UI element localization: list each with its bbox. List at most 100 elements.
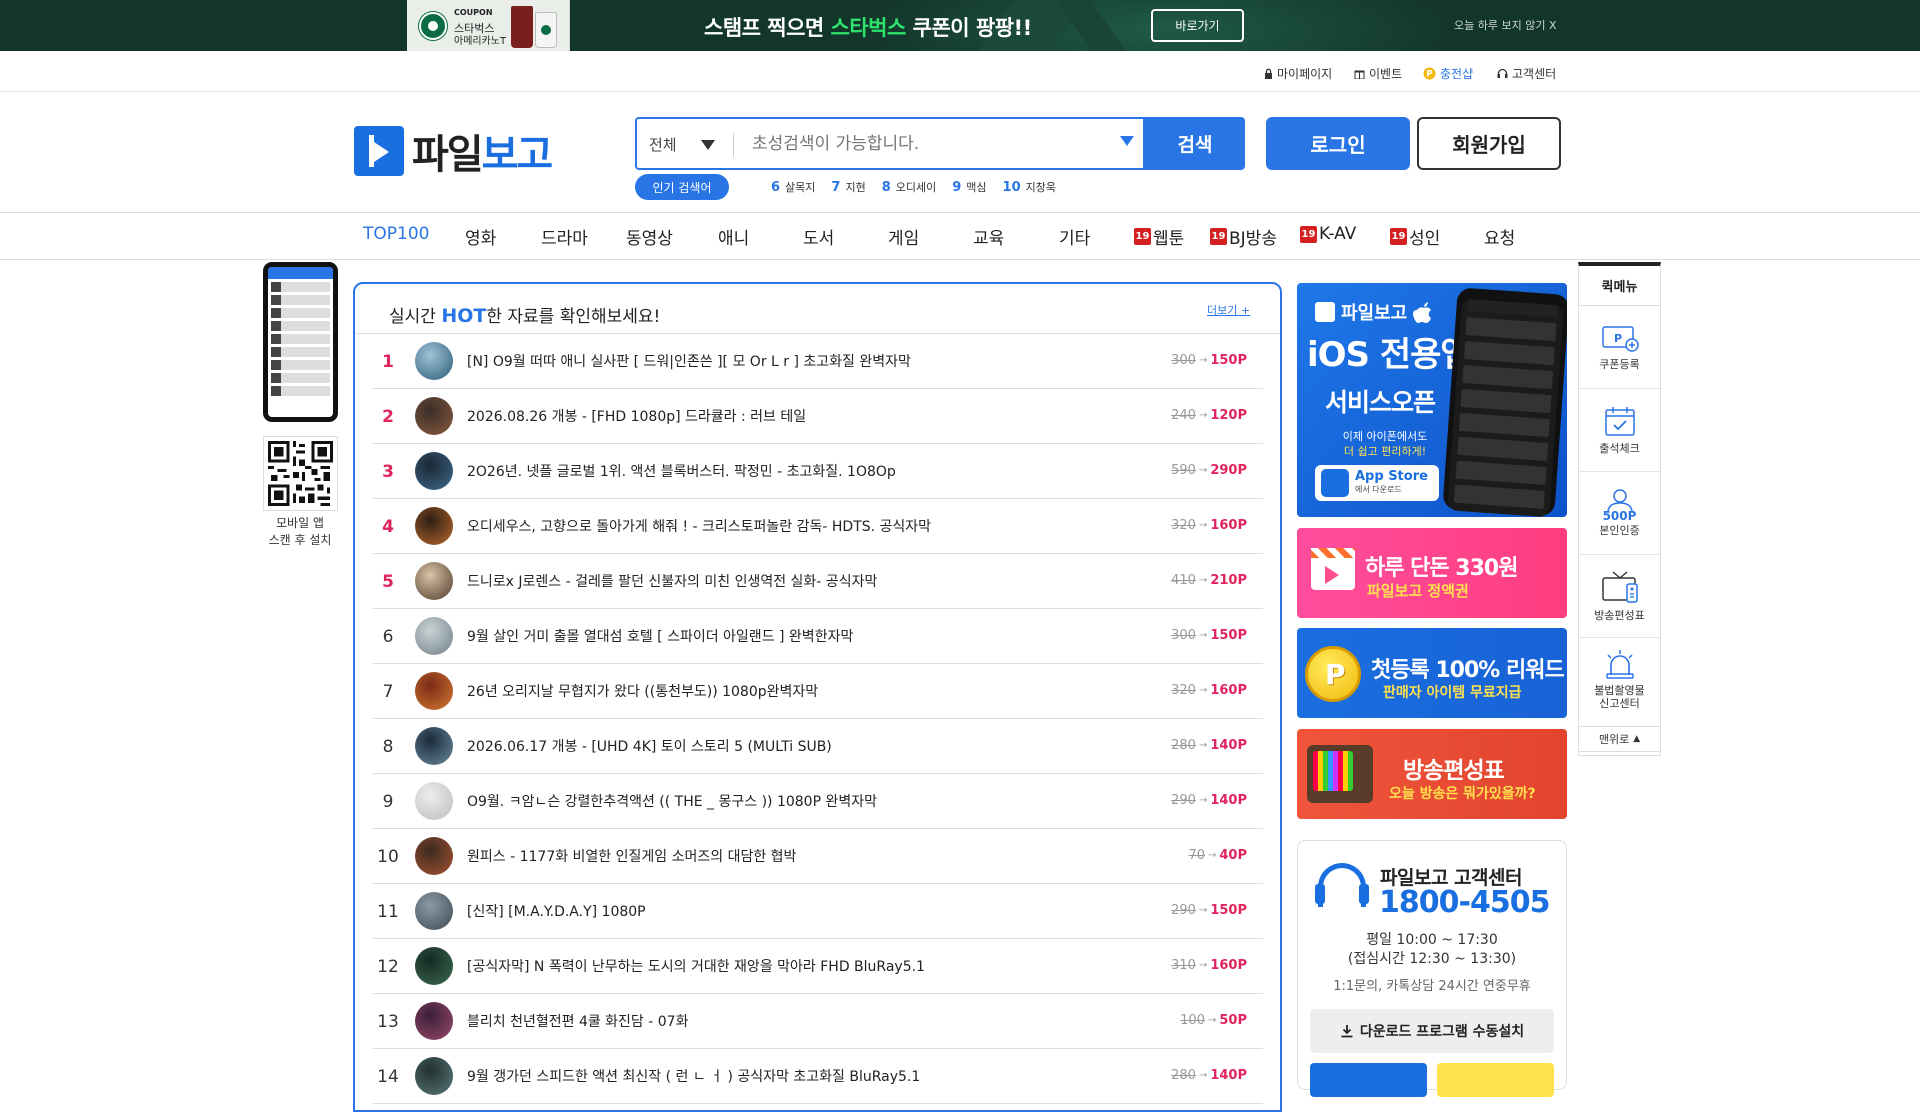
site-logo[interactable]: 파일보고 xyxy=(354,122,554,180)
hot-list-row[interactable]: 6 9월 살인 거미 출몰 열대섬 호텔 [ 스파이더 아일랜드 ] 완벽한자막 3… xyxy=(373,609,1263,664)
banner-go-button[interactable]: 바로가기 xyxy=(1151,9,1244,42)
hot-list-row[interactable]: 4 오디세우스, 고향으로 돌아가게 해줘 ! - 크리스토퍼놀란 감독- HDT… xyxy=(373,499,1263,554)
quick-verify[interactable]: 500P 본인인증 xyxy=(1579,472,1660,555)
nav-kav-label: K-AV xyxy=(1319,224,1357,244)
hot-list-row[interactable]: 13 블리치 천년혈전편 4쿨 화진담 - 07화 100 → 50P xyxy=(373,994,1263,1049)
nav-top100[interactable]: TOP100 xyxy=(363,224,429,244)
hot-title-link[interactable]: 9월 살인 거미 출몰 열대섬 호텔 [ 스파이더 아일랜드 ] 완벽한자막 xyxy=(467,626,853,646)
search-category-select[interactable]: 전체 xyxy=(649,134,677,155)
hot-thumbnail[interactable] xyxy=(415,727,453,765)
hot-title-link[interactable]: O9월. ㅋ암ㄴ슨 강렬한추격액션 (( THE _ 몽구스 )) 1080P … xyxy=(467,791,877,811)
hot-title-link[interactable]: [신작] [M.A.Y.D.A.Y] 1080P xyxy=(467,901,646,921)
hot-list-row[interactable]: 3 2O26년. 넷플 글로벌 1위. 액션 블록버스터. 팍정민 - 초고화질.… xyxy=(373,444,1263,499)
quick-coupon[interactable]: P 쿠폰등록 xyxy=(1579,306,1660,389)
nav-games[interactable]: 게임 xyxy=(888,224,919,249)
charge-link[interactable]: P 충전샵 xyxy=(1423,65,1473,82)
popular-text: 맥심 xyxy=(966,181,987,194)
hot-thumbnail[interactable] xyxy=(415,342,453,380)
popular-keyword[interactable]: 6 살목지 xyxy=(771,179,815,195)
cs-button-row xyxy=(1310,1063,1554,1097)
hot-list-row[interactable]: 11 [신작] [M.A.Y.D.A.Y] 1080P 290 → 150P xyxy=(373,884,1263,939)
quick-attendance[interactable]: 출석체크 xyxy=(1579,389,1660,472)
nav-bj[interactable]: 19 BJ방송 xyxy=(1210,224,1277,249)
hot-list-row[interactable]: 12 [공식자막] N 폭력이 난무하는 도시의 거대한 재앙을 막아라 FHD … xyxy=(373,939,1263,994)
mypage-link[interactable]: 마이페이지 xyxy=(1264,65,1332,82)
nav-request[interactable]: 요청 xyxy=(1484,224,1515,249)
hot-thumbnail[interactable] xyxy=(415,1002,453,1040)
hot-thumbnail[interactable] xyxy=(415,507,453,545)
join-button[interactable]: 회원가입 xyxy=(1417,117,1561,170)
hot-title-link[interactable]: 오디세우스, 고향으로 돌아가게 해줘 ! - 크리스토퍼놀란 감독- HDTS… xyxy=(467,516,931,536)
hot-title-link[interactable]: 블리치 천년혈전편 4쿨 화진담 - 07화 xyxy=(467,1011,688,1031)
hot-title-link[interactable]: 26년 오리지날 무협지가 왔다 ((통천부도)) 1080p완벽자막 xyxy=(467,681,818,701)
hot-thumbnail[interactable] xyxy=(415,397,453,435)
hot-thumbnail[interactable] xyxy=(415,837,453,875)
nav-movie[interactable]: 영화 xyxy=(465,224,496,249)
hot-thumbnail[interactable] xyxy=(415,452,453,490)
hot-title-link[interactable]: [N] O9월 떠따 애니 실사판 [ 드워|인존쓴 ][ 모 Or L r ]… xyxy=(467,351,911,371)
popular-keyword[interactable]: 9 맥심 xyxy=(952,179,986,195)
search-input[interactable] xyxy=(752,129,1092,159)
tv-schedule-banner[interactable]: 방송편성표 오늘 방송은 뭐가있을까? xyxy=(1297,729,1567,819)
app-store-button[interactable]: App Store 에서 다운로드 xyxy=(1315,465,1439,501)
event-link[interactable]: 이벤트 xyxy=(1354,65,1402,82)
hot-title-link[interactable]: 9월 갱가던 스피드한 액션 최신작 ( 런 ㄴ ㅓ ) 공식자막 초고화질 B… xyxy=(467,1066,920,1086)
nav-kav[interactable]: 19 K-AV xyxy=(1300,224,1356,244)
hot-list-row[interactable]: 1 [N] O9월 떠따 애니 실사판 [ 드워|인존쓴 ][ 모 Or L r … xyxy=(373,334,1263,389)
support-link[interactable]: 고객센터 xyxy=(1497,65,1556,82)
nav-drama[interactable]: 드라마 xyxy=(541,224,588,249)
inquiry-button[interactable] xyxy=(1310,1063,1427,1097)
nav-video[interactable]: 동영상 xyxy=(626,224,673,249)
download-program-button[interactable]: 다운로드 프로그램 수동설치 xyxy=(1310,1009,1554,1053)
scroll-top-button[interactable]: 맨위로 ▲ xyxy=(1578,726,1661,752)
nav-etc[interactable]: 기타 xyxy=(1059,224,1090,249)
hot-thumbnail[interactable] xyxy=(415,782,453,820)
quick-tv-schedule[interactable]: 방송편성표 xyxy=(1579,555,1660,638)
hot-list-row[interactable]: 14 9월 갱가던 스피드한 액션 최신작 ( 런 ㄴ ㅓ ) 공식자막 초고화질… xyxy=(373,1049,1263,1104)
mobile-app-preview[interactable] xyxy=(263,262,338,422)
hot-list-row[interactable]: 9 O9월. ㅋ암ㄴ슨 강렬한추격액션 (( THE _ 몽구스 )) 1080P… xyxy=(373,774,1263,829)
hot-list-row[interactable]: 5 드니로x J로렌스 - 걸레를 팔던 신불자의 미친 인생역전 실화- 공식자… xyxy=(373,554,1263,609)
promo-banner[interactable]: COUPON 스타벅스 아메리카노T 스탬프 찍으면 스타벅스 쿠폰이 팡팡!!… xyxy=(0,0,1920,51)
ios-banner-desc1: 이제 아이폰에서도 xyxy=(1342,430,1428,443)
banner-close-link[interactable]: 오늘 하루 보지 않기 X xyxy=(1454,17,1556,33)
reward-banner[interactable]: 첫등록 100% 리워드 판매자 아이템 무료지급 xyxy=(1297,628,1567,718)
login-button[interactable]: 로그인 xyxy=(1266,117,1410,170)
hot-title-link[interactable]: [공식자막] N 폭력이 난무하는 도시의 거대한 재앙을 막아라 FHD Bl… xyxy=(467,956,925,976)
hot-list-row[interactable]: 8 2026.06.17 개봉 - [UHD 4K] 토이 스토리 5 (MULT… xyxy=(373,719,1263,774)
popular-keyword[interactable]: 7 지현 xyxy=(831,179,865,195)
popular-keyword[interactable]: 10 지창욱 xyxy=(1003,179,1056,195)
hot-title-link[interactable]: 원피스 - 1177화 비열한 인질게임 소머즈의 대담한 협박 xyxy=(467,846,796,866)
caret-down-icon[interactable] xyxy=(701,140,715,150)
hot-thumbnail[interactable] xyxy=(415,617,453,655)
pass-banner[interactable]: 하루 단돈 330원 파일보고 정액권 xyxy=(1297,528,1567,618)
hot-thumbnail[interactable] xyxy=(415,947,453,985)
ios-app-banner[interactable]: 파일보고 iOS 전용앱 서비스오픈 이제 아이폰에서도 더 쉽고 편리하게! … xyxy=(1297,283,1567,517)
nav-adult[interactable]: 19 성인 xyxy=(1390,224,1440,249)
hot-more-link[interactable]: 더보기 + xyxy=(1207,302,1250,318)
hot-thumbnail[interactable] xyxy=(415,672,453,710)
popular-keyword[interactable]: 8 오디세이 xyxy=(882,179,937,195)
hot-list-row[interactable]: 10 원피스 - 1177화 비열한 인질게임 소머즈의 대담한 협박 70 → 40P xyxy=(373,829,1263,884)
nav-education[interactable]: 교육 xyxy=(973,224,1004,249)
play-logo-icon xyxy=(354,126,404,176)
quick-report[interactable]: 불법촬영물 신고센터 xyxy=(1579,638,1660,721)
hot-thumbnail[interactable] xyxy=(415,1057,453,1095)
kakao-button[interactable] xyxy=(1437,1063,1554,1097)
popular-search-tag[interactable]: 인기 검색어 xyxy=(635,174,729,200)
hot-title-link[interactable]: 2026.08.26 개봉 - [FHD 1080p] 드라큘라 : 러브 테일 xyxy=(467,406,806,426)
nav-anime[interactable]: 애니 xyxy=(718,224,749,249)
hot-title-link[interactable]: 2026.06.17 개봉 - [UHD 4K] 토이 스토리 5 (MULTi… xyxy=(467,736,832,756)
hot-list-row[interactable]: 7 26년 오리지날 무협지가 왔다 ((통천부도)) 1080p완벽자막 320 →… xyxy=(373,664,1263,719)
logo-text-b: 보고 xyxy=(481,132,554,178)
nav-books[interactable]: 도서 xyxy=(803,224,834,249)
hot-list-row[interactable]: 2 2026.08.26 개봉 - [FHD 1080p] 드라큘라 : 러브 테… xyxy=(373,389,1263,444)
hot-thumbnail[interactable] xyxy=(415,562,453,600)
search-button[interactable]: 검색 xyxy=(1145,117,1245,170)
search-dropdown-icon[interactable] xyxy=(1120,136,1134,146)
hot-title-link[interactable]: 2O26년. 넷플 글로벌 1위. 액션 블록버스터. 팍정민 - 초고화질. … xyxy=(467,461,896,481)
hot-thumbnail[interactable] xyxy=(415,892,453,930)
hot-title: 실시간 HOT한 자료를 확인해보세요! xyxy=(389,302,660,327)
hot-title-link[interactable]: 드니로x J로렌스 - 걸레를 팔던 신불자의 미친 인생역전 실화- 공식자막 xyxy=(467,571,877,591)
nav-webtoon[interactable]: 19 웹툰 xyxy=(1134,224,1184,249)
